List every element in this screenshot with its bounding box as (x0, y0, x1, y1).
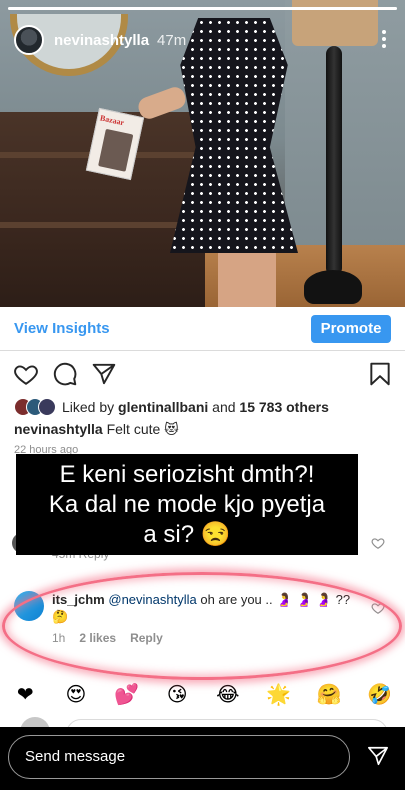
comment-like-heart-icon[interactable] (371, 536, 385, 550)
story-viewer: Bazaar nevinashtylla 47m View Insights P… (0, 0, 405, 790)
comment-username[interactable]: its_jchm (52, 592, 105, 607)
emoji-button[interactable]: 🤣 (367, 682, 393, 707)
comment-likes[interactable]: 2 likes (79, 631, 116, 645)
magazine-title: Bazaar (99, 113, 125, 128)
comment-like-heart-icon[interactable] (371, 601, 385, 615)
cabinet-shelf (0, 222, 205, 228)
send-icon[interactable] (367, 745, 389, 767)
liker-avatar (38, 398, 56, 416)
more-options-icon[interactable] (381, 30, 387, 48)
comment-avatar[interactable] (14, 591, 44, 621)
share-icon[interactable] (91, 361, 117, 387)
comment-body: its_jchm @nevinashtylla oh are you .. 🤰 … (52, 591, 357, 625)
post-caption: nevinashtylla Felt cute 😻 (14, 421, 179, 437)
story-progress-fill (8, 7, 397, 10)
story-text-overlay: E keni seriozisht dmth?! Ka dal ne mode … (16, 454, 358, 555)
photo-legs (218, 248, 276, 307)
avatar[interactable] (14, 25, 44, 55)
emoji-button[interactable]: 💕 (114, 682, 140, 707)
comment-time: 1h (52, 631, 66, 645)
emoji-button[interactable]: 🌟 (265, 682, 291, 707)
like-heart-icon[interactable] (13, 361, 39, 387)
comment-reply-button[interactable]: Reply (130, 631, 163, 645)
comment-mention[interactable]: @nevinashtylla (108, 592, 196, 607)
emoji-button[interactable]: 😘 (164, 682, 190, 707)
promote-button[interactable]: Promote (311, 315, 391, 343)
story-reply-bar: Send message (0, 727, 405, 790)
quick-emoji-bar: ❤ 😍 💕 😘 😂 🌟 🤗 🤣 (0, 677, 405, 711)
overlay-line: E keni seriozisht dmth?! (59, 461, 315, 488)
view-insights-link[interactable]: View Insights (14, 320, 110, 337)
overlay-line: a si? 😒 (143, 521, 231, 548)
story-time: 47m (157, 31, 187, 49)
post-actions (0, 361, 405, 391)
emoji-button[interactable]: 😍 (63, 682, 89, 707)
likes-text: Liked by glentinallbani and 15 783 other… (62, 399, 329, 415)
lamp-pole (326, 46, 342, 276)
emoji-button[interactable]: ❤ (12, 682, 38, 707)
bookmark-icon[interactable] (367, 361, 393, 387)
overlay-line: Ka dal ne mode kjo pyetja (48, 491, 326, 518)
emoji-button[interactable]: 🤗 (316, 682, 342, 707)
send-message-input[interactable]: Send message (8, 735, 350, 779)
comment-meta: 1h 2 likes Reply (52, 631, 163, 645)
add-comment-row (0, 711, 405, 749)
story-username[interactable]: nevinashtylla (54, 32, 149, 49)
story-progress-bar (8, 7, 397, 10)
insights-row: View Insights Promote (0, 307, 405, 351)
story-header[interactable]: nevinashtylla 47m (14, 24, 186, 56)
likes-row[interactable]: Liked by glentinallbani and 15 783 other… (14, 397, 329, 417)
comment-icon[interactable] (52, 361, 78, 387)
comment-item: its_jchm @nevinashtylla oh are you .. 🤰 … (0, 587, 405, 651)
lamp-base (304, 270, 362, 304)
magazine-cover-image (98, 128, 134, 172)
emoji-button[interactable]: 😂 (215, 682, 241, 707)
